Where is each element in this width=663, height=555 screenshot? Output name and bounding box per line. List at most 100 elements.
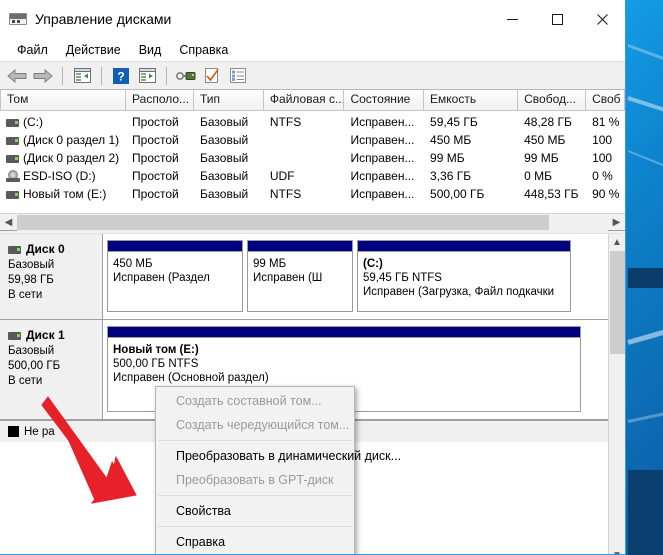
disk-row-0[interactable]: Диск 0 Базовый 59,98 ГБ В сети 450 МБ Ис… xyxy=(0,234,608,320)
disk-icon xyxy=(8,245,21,254)
partition-size: 59,45 ГБ NTFS xyxy=(363,272,442,284)
forward-arrow-icon[interactable] xyxy=(31,65,55,87)
cell-volume: (Диск 0 раздел 2) xyxy=(23,151,120,165)
column-header-layout[interactable]: Располо... xyxy=(126,90,194,111)
column-header-status[interactable]: Состояние xyxy=(344,90,425,111)
partition-0-0[interactable]: 450 МБ Исправен (Раздел xyxy=(107,240,243,312)
hscroll-track[interactable] xyxy=(17,213,608,231)
toolbar: ? xyxy=(0,62,625,90)
cell-filesystem: NTFS xyxy=(269,187,302,201)
window-controls xyxy=(490,0,625,38)
disk-info-0[interactable]: Диск 0 Базовый 59,98 ГБ В сети xyxy=(0,234,103,319)
column-header-volume[interactable]: Том xyxy=(0,90,127,111)
cell-layout: Простой xyxy=(132,133,179,147)
disk-icon xyxy=(8,331,21,340)
partition-0-1[interactable]: 99 МБ Исправен (Ш xyxy=(247,240,353,312)
partition-bar xyxy=(248,241,352,252)
cell-volume: ESD-ISO (D:) xyxy=(23,169,96,183)
disk-info-1[interactable]: Диск 1 Базовый 500,00 ГБ В сети xyxy=(0,320,103,419)
cell-volume: Новый том (E:) xyxy=(23,187,107,201)
partition-bar xyxy=(358,241,570,252)
vscroll-thumb[interactable] xyxy=(609,251,625,354)
column-header-filesystem[interactable]: Файловая с... xyxy=(263,90,345,111)
volume-list-header: Том Располо... Тип Файловая с... Состоян… xyxy=(0,90,625,111)
hscroll-thumb[interactable] xyxy=(17,214,549,230)
column-header-capacity[interactable]: Емкость xyxy=(424,90,519,111)
table-row[interactable]: (Диск 0 раздел 1) Простой Базовый Исправ… xyxy=(0,131,625,149)
menu-help[interactable]: Справка xyxy=(170,41,237,59)
cell-status: Исправен... xyxy=(350,187,415,201)
scroll-left-icon[interactable]: ◀ xyxy=(0,214,17,231)
partition-name: Новый том (E:) xyxy=(113,344,199,356)
check-icon[interactable] xyxy=(200,65,224,87)
partition-0-2[interactable]: (C:) 59,45 ГБ NTFS Исправен (Загрузка, Ф… xyxy=(357,240,571,312)
volume-list: Том Располо... Тип Файловая с... Состоян… xyxy=(0,90,625,203)
volume-icon xyxy=(6,136,19,145)
column-header-type[interactable]: Тип xyxy=(194,90,264,111)
column-header-pctfree[interactable]: Своб xyxy=(586,90,625,111)
context-menu-separator xyxy=(158,495,352,496)
toolbar-separator xyxy=(166,66,167,85)
back-arrow-icon[interactable] xyxy=(5,65,29,87)
cell-free: 450 МБ xyxy=(524,133,566,147)
menu-file[interactable]: Файл xyxy=(8,41,57,59)
scroll-up-icon[interactable]: ▲ xyxy=(609,234,626,251)
cell-layout: Простой xyxy=(132,169,179,183)
disk-size-1: 500,00 ГБ xyxy=(8,360,61,372)
disk-state-1: В сети xyxy=(8,375,43,387)
context-menu-item-create-spanned-volume[interactable]: Создать составной том... xyxy=(156,389,354,413)
table-row[interactable]: ESD-ISO (D:) Простой Базовый UDF Исправе… xyxy=(0,167,625,185)
maximize-button[interactable] xyxy=(535,0,580,38)
cell-pctfree: 90 % xyxy=(592,187,620,201)
table-row[interactable]: (Диск 0 раздел 2) Простой Базовый Исправ… xyxy=(0,149,625,167)
disk-state-0: В сети xyxy=(8,289,43,301)
context-menu-item-properties[interactable]: Свойства xyxy=(156,499,354,523)
close-button[interactable] xyxy=(580,0,625,38)
title-bar: Управление дисками xyxy=(0,0,625,38)
cell-status: Исправен... xyxy=(350,115,415,129)
list-blank-space xyxy=(0,203,625,213)
cell-pctfree: 0 % xyxy=(592,169,613,183)
partition-size: 99 МБ xyxy=(253,258,287,270)
menu-view[interactable]: Вид xyxy=(130,41,171,59)
cell-pctfree: 100 xyxy=(592,151,613,165)
disk-context-menu: Создать составной том... Создать чередую… xyxy=(155,386,401,554)
table-row[interactable]: (C:) Простой Базовый NTFS Исправен... 59… xyxy=(0,113,625,131)
graphic-pane-vscrollbar[interactable]: ▲ ▼ xyxy=(608,234,626,554)
cell-type: Базовый xyxy=(200,169,249,183)
context-menu-item-convert-to-dynamic-disk[interactable]: Преобразовать в динамический диск... xyxy=(156,444,401,468)
cell-type: Базовый xyxy=(200,187,249,201)
help-icon[interactable]: ? xyxy=(109,65,133,87)
vscroll-track[interactable] xyxy=(608,251,625,547)
list-view-icon[interactable] xyxy=(226,65,250,87)
menu-bar: Файл Действие Вид Справка xyxy=(0,38,625,62)
show-hide-console-tree-icon[interactable] xyxy=(70,65,94,87)
cell-type: Базовый xyxy=(200,133,249,147)
toolbar-separator xyxy=(101,66,102,85)
context-menu-item-create-striped-volume[interactable]: Создать чередующийся том... xyxy=(156,413,354,437)
disk-title-0: Диск 0 xyxy=(8,242,96,258)
partition-size: 500,00 ГБ NTFS xyxy=(113,358,199,370)
volume-list-hscrollbar[interactable]: ◀ ▶ xyxy=(0,213,625,231)
volume-icon xyxy=(6,190,19,199)
cell-status: Исправен... xyxy=(350,133,415,147)
context-menu-item-help[interactable]: Справка xyxy=(156,530,354,554)
cell-capacity: 450 МБ xyxy=(430,133,472,147)
partition-status: Исправен (Загрузка, Файл подкачки xyxy=(363,286,555,298)
context-menu-item-convert-to-gpt-disk[interactable]: Преобразовать в GPT-диск xyxy=(156,468,354,492)
cell-layout: Простой xyxy=(132,115,179,129)
properties-window-icon[interactable] xyxy=(135,65,159,87)
cell-filesystem: UDF xyxy=(269,169,295,183)
rescan-disks-icon[interactable] xyxy=(174,65,198,87)
partition-name: (C:) xyxy=(363,258,383,270)
partition-status: Исправен (Ш xyxy=(253,272,323,284)
minimize-button[interactable] xyxy=(490,0,535,38)
disk-type-0: Базовый xyxy=(8,259,55,271)
menu-action[interactable]: Действие xyxy=(57,41,130,59)
cell-layout: Простой xyxy=(132,187,179,201)
scroll-right-icon[interactable]: ▶ xyxy=(608,214,625,231)
cell-capacity: 500,00 ГБ xyxy=(430,187,485,201)
scroll-down-icon[interactable]: ▼ xyxy=(609,547,626,554)
table-row[interactable]: Новый том (E:) Простой Базовый NTFS Испр… xyxy=(0,185,625,203)
column-header-free[interactable]: Свобод... xyxy=(518,90,587,111)
